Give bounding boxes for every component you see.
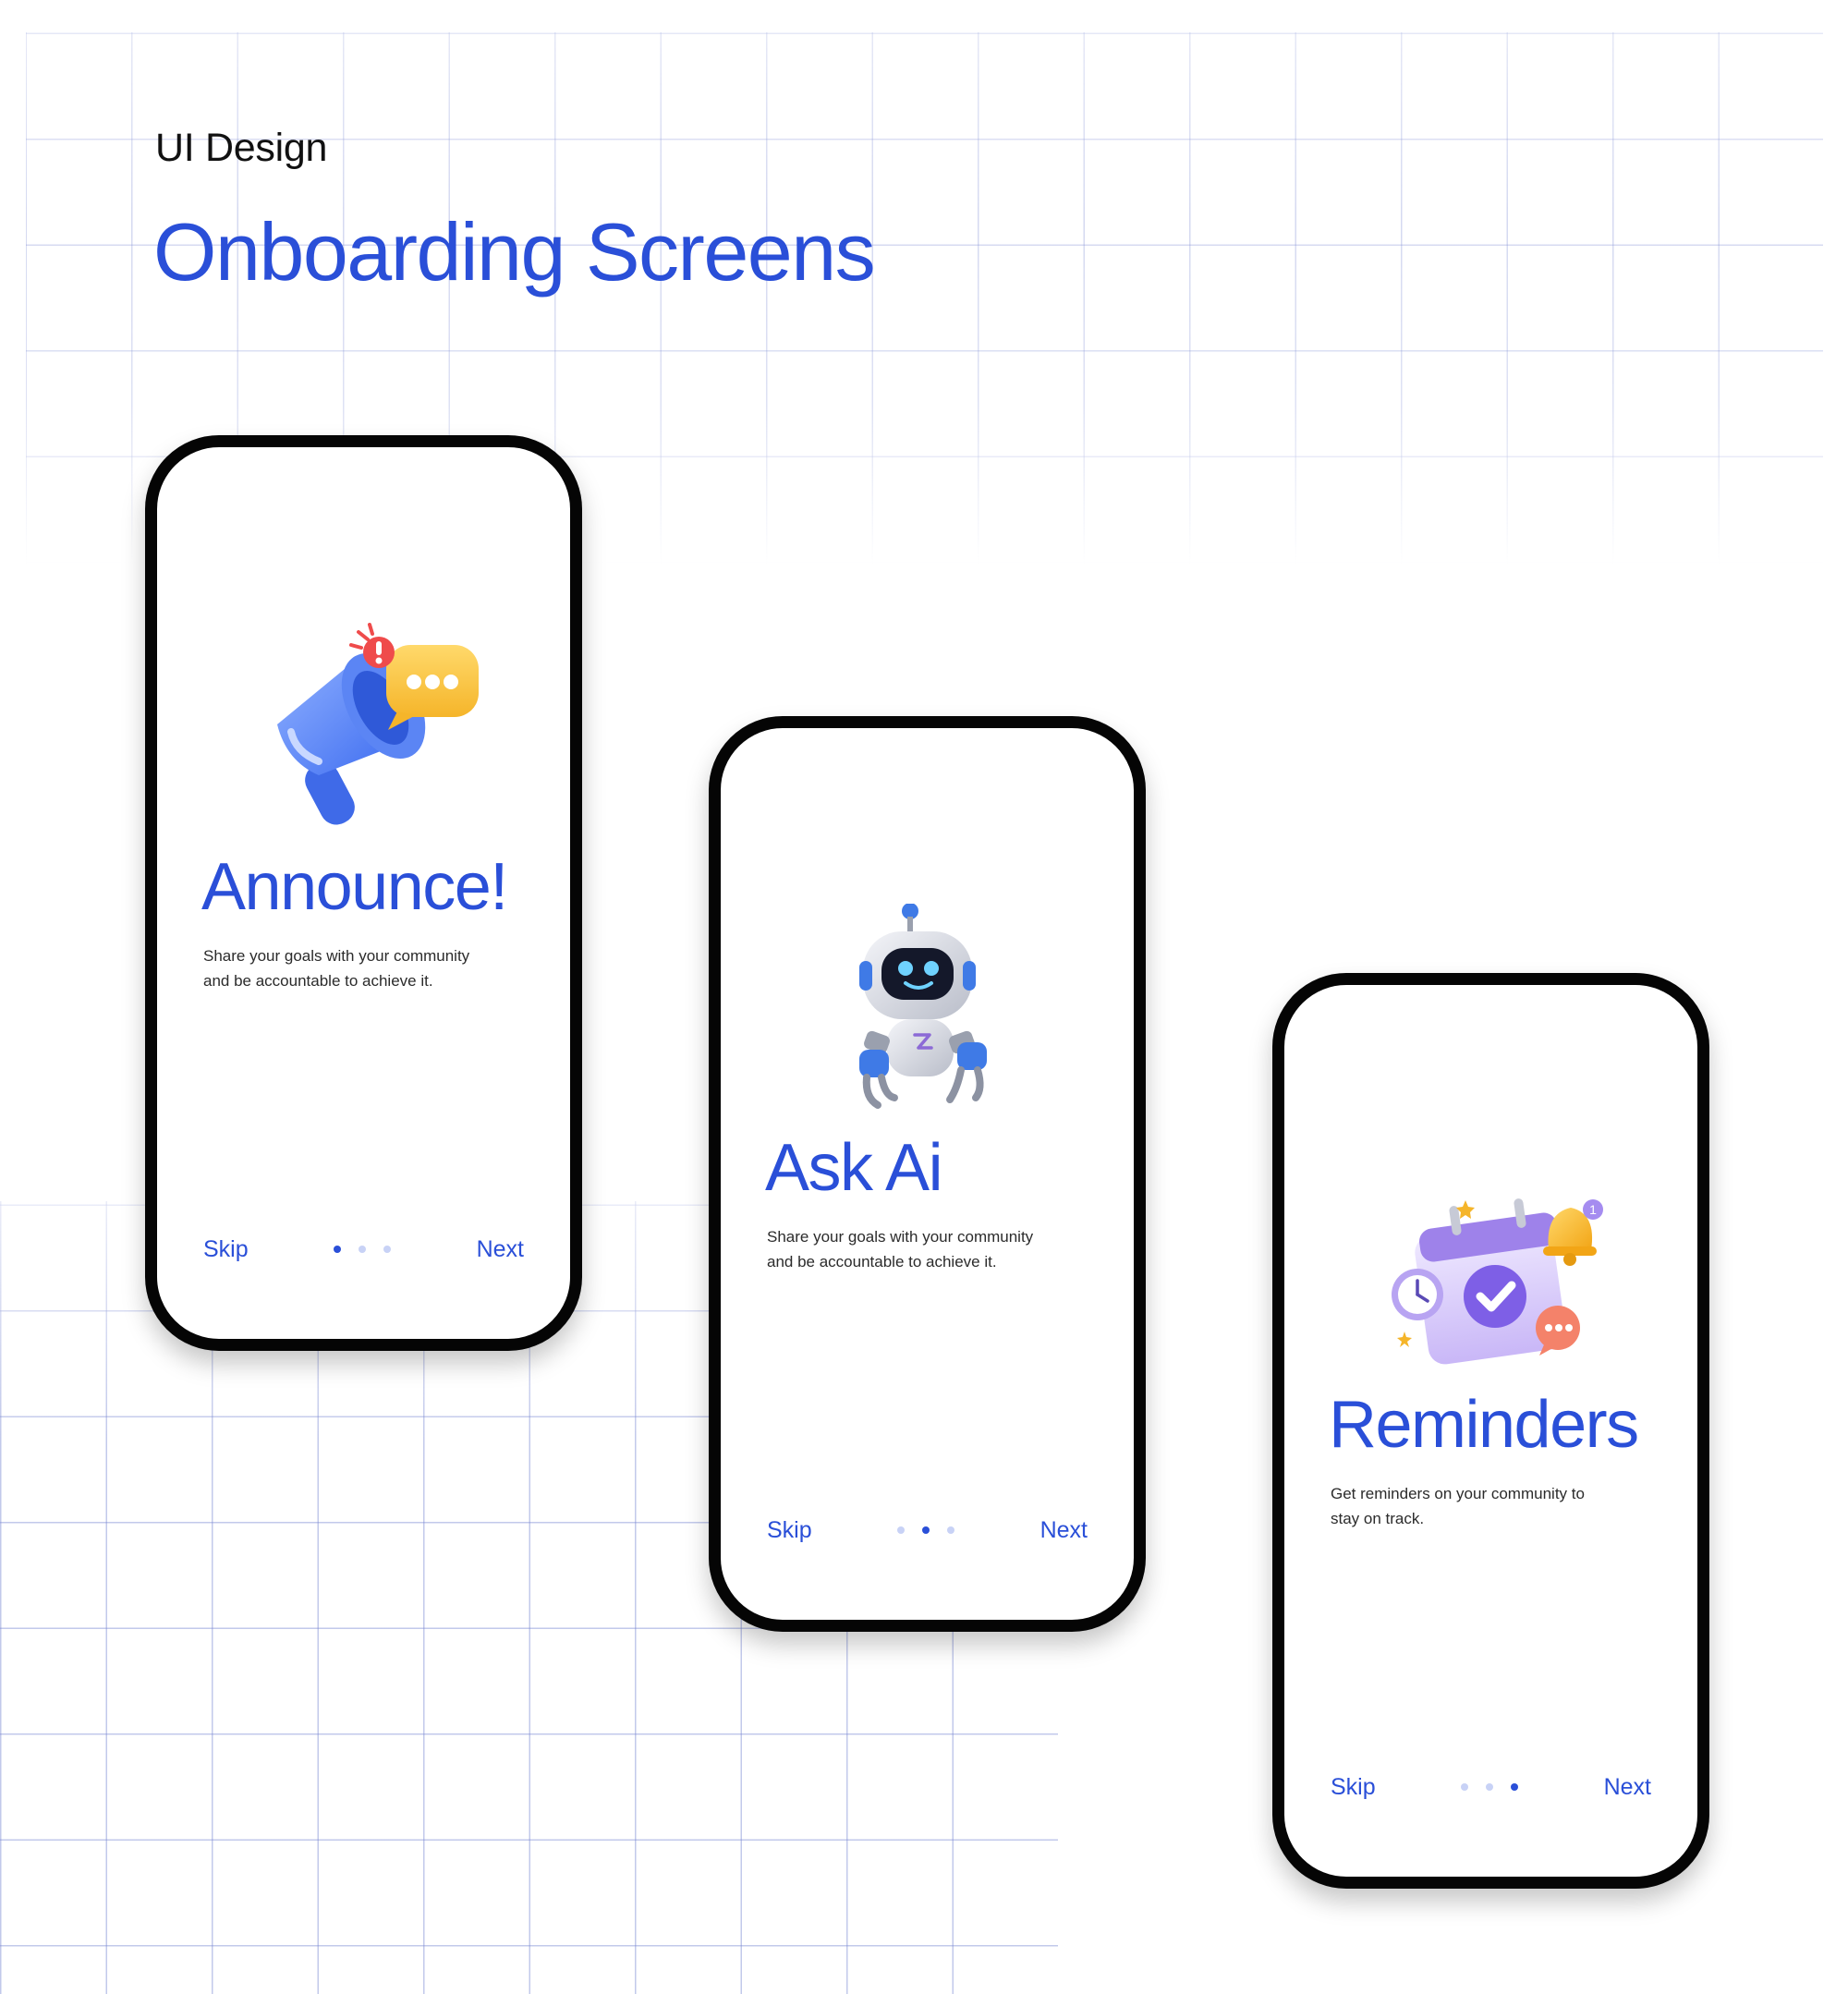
- onboarding-footer: Skip Next: [203, 1234, 524, 1265]
- description-line: Get reminders on your community to: [1331, 1485, 1585, 1502]
- next-button[interactable]: Next: [1040, 1517, 1088, 1544]
- screen-title: Reminders: [1329, 1388, 1639, 1462]
- screen-description: Get reminders on your community to stay …: [1331, 1481, 1635, 1531]
- page-dot-active[interactable]: [334, 1246, 342, 1253]
- calendar-reminder-icon: 1: [1386, 1193, 1608, 1378]
- skip-button[interactable]: Skip: [1331, 1774, 1376, 1801]
- svg-text:1: 1: [1589, 1202, 1597, 1217]
- description-line: and be accountable to achieve it.: [203, 972, 433, 990]
- page-dot[interactable]: [359, 1246, 367, 1253]
- skip-button[interactable]: Skip: [767, 1517, 812, 1544]
- megaphone-icon: [268, 623, 485, 835]
- page-indicator: [334, 1246, 392, 1253]
- page-subtitle: UI Design: [155, 126, 328, 170]
- description-line: and be accountable to achieve it.: [767, 1253, 997, 1271]
- next-button[interactable]: Next: [477, 1236, 524, 1263]
- screen-description: Share your goals with your community and…: [203, 943, 508, 993]
- description-line: Share your goals with your community: [767, 1228, 1034, 1246]
- description-line: Share your goals with your community: [203, 947, 470, 965]
- phone-announce: Announce! Share your goals with your com…: [145, 435, 582, 1351]
- page-dot[interactable]: [947, 1526, 955, 1534]
- screen-title: Ask Ai: [765, 1131, 943, 1205]
- page-dot[interactable]: [897, 1526, 906, 1534]
- description-line: stay on track.: [1331, 1510, 1425, 1527]
- page-dot[interactable]: [1486, 1783, 1494, 1791]
- phone-reminders: 1 Reminders Get reminders on your commun…: [1272, 973, 1709, 1889]
- page-dot-active[interactable]: [1511, 1783, 1519, 1791]
- screen-description: Share your goals with your community and…: [767, 1224, 1072, 1274]
- skip-button[interactable]: Skip: [203, 1236, 249, 1263]
- phone-ask-ai: Ask Ai Share your goals with your commun…: [709, 716, 1146, 1632]
- onboarding-footer: Skip Next: [767, 1514, 1088, 1546]
- robot-icon: [857, 903, 996, 1112]
- page-dot-active[interactable]: [922, 1526, 930, 1534]
- page-indicator: [1461, 1783, 1519, 1791]
- page-dot[interactable]: [1461, 1783, 1469, 1791]
- page-title: Onboarding Screens: [153, 206, 876, 298]
- onboarding-footer: Skip Next: [1331, 1771, 1651, 1803]
- page-dot[interactable]: [383, 1246, 392, 1253]
- page-indicator: [897, 1526, 955, 1534]
- next-button[interactable]: Next: [1604, 1774, 1651, 1801]
- screen-title: Announce!: [201, 850, 508, 924]
